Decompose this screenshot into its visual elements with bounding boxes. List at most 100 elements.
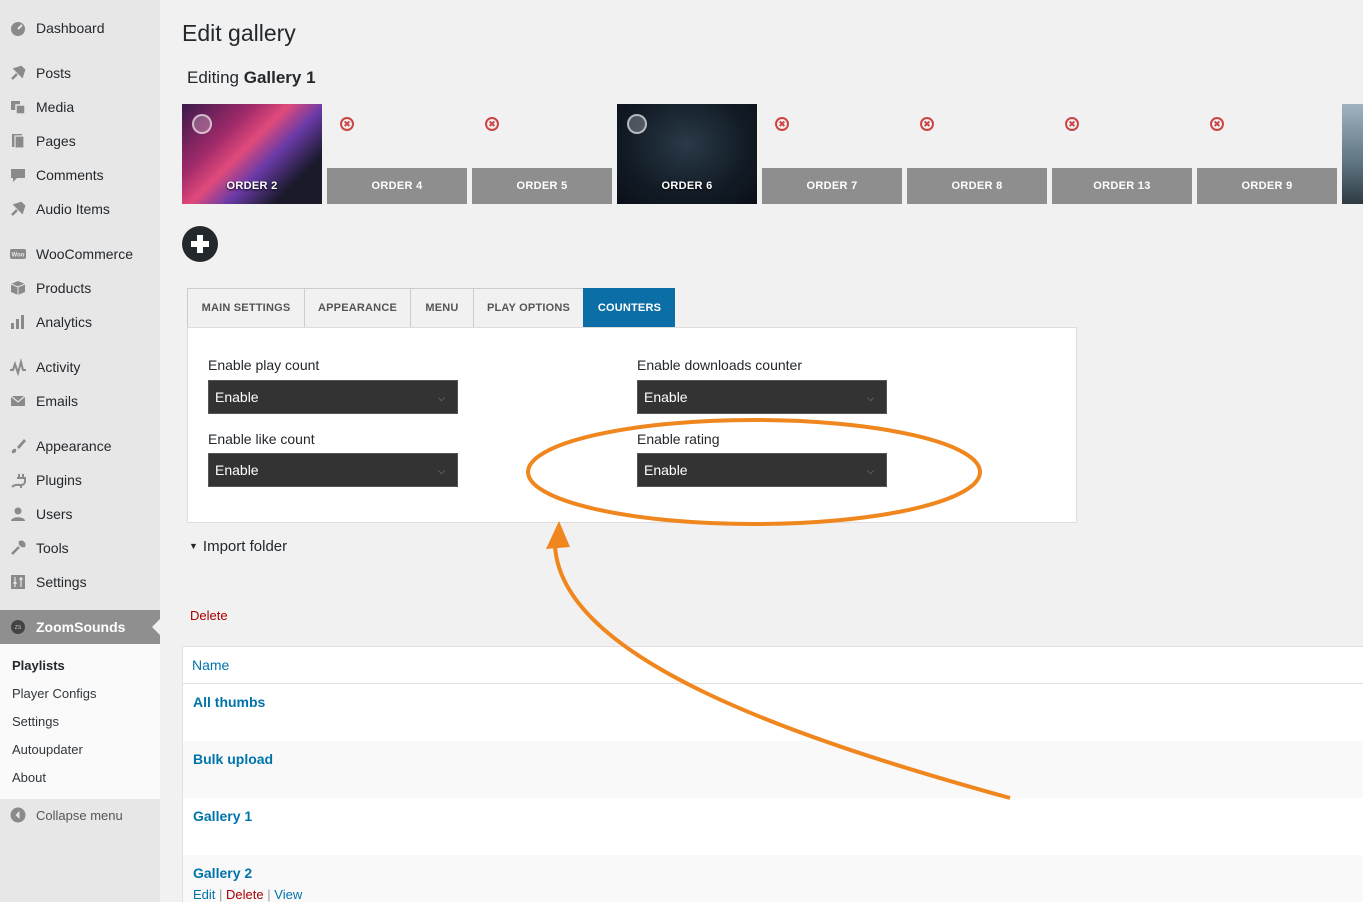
delete-item-icon[interactable]: ✖ bbox=[340, 117, 354, 131]
delete-item-icon[interactable]: ✖ bbox=[1065, 117, 1079, 131]
sidebar-item-audio-items[interactable]: Audio Items bbox=[0, 194, 160, 224]
row-title-link[interactable]: Gallery 1 bbox=[193, 808, 252, 824]
gallery-thumb-order-7[interactable]: ✖ ORDER 7 bbox=[762, 104, 902, 204]
add-item-button[interactable] bbox=[182, 226, 218, 262]
sidebar-item-label: Comments bbox=[36, 167, 104, 183]
thumb-label: ORDER 6 bbox=[661, 180, 713, 192]
sidebar-item-dashboard[interactable]: Dashboard bbox=[0, 13, 160, 43]
delete-gallery-link[interactable]: Delete bbox=[190, 608, 228, 623]
row-title-link[interactable]: Bulk upload bbox=[193, 751, 273, 767]
like-count-label: Enable like count bbox=[208, 431, 315, 447]
gallery-thumb-order-9[interactable]: ✖ ORDER 9 bbox=[1197, 104, 1337, 204]
counters-settings-panel bbox=[187, 327, 1077, 523]
gallery-thumb-order-4[interactable]: ✖ ORDER 4 bbox=[327, 104, 467, 204]
row-view-link[interactable]: View bbox=[274, 887, 302, 902]
sidebar-item-label: Users bbox=[36, 506, 73, 522]
wrench-icon bbox=[8, 538, 28, 558]
sidebar-item-activity[interactable]: Activity bbox=[0, 352, 160, 382]
playlists-table: Name All thumbs Bulk upload Gallery 1 Ga… bbox=[182, 646, 1363, 902]
sidebar-item-label: Audio Items bbox=[36, 201, 110, 217]
like-count-select[interactable]: Enable ⌵ bbox=[208, 453, 458, 487]
sidebar-item-tools[interactable]: Tools bbox=[0, 533, 160, 563]
pages-icon bbox=[8, 131, 28, 151]
sidebar-item-label: Emails bbox=[36, 393, 79, 409]
sidebar-item-label: Tools bbox=[36, 540, 69, 556]
gallery-thumb-order-8[interactable]: ✖ ORDER 8 bbox=[907, 104, 1047, 204]
submenu-item-autoupdater[interactable]: Autoupdater bbox=[12, 742, 83, 757]
tab-main-settings[interactable]: MAIN SETTINGS bbox=[187, 288, 304, 328]
delete-item-icon[interactable]: ✖ bbox=[192, 114, 212, 134]
envelope-icon bbox=[8, 391, 28, 411]
table-row: Gallery 1 bbox=[183, 798, 1363, 855]
play-count-select[interactable]: Enable ⌵ bbox=[208, 380, 458, 414]
sidebar-item-posts[interactable]: Posts bbox=[0, 58, 160, 88]
sidebar-item-label: Settings bbox=[36, 574, 87, 590]
delete-item-icon[interactable]: ✖ bbox=[920, 117, 934, 131]
sidebar-item-products[interactable]: Products bbox=[0, 273, 160, 303]
select-value: Enable bbox=[215, 389, 259, 405]
sidebar-item-label: Activity bbox=[36, 359, 81, 375]
rating-label: Enable rating bbox=[637, 431, 720, 447]
brush-icon bbox=[8, 436, 28, 456]
thumb-label: ORDER 13 bbox=[1052, 168, 1192, 204]
row-title-link[interactable]: Gallery 2 bbox=[193, 865, 252, 881]
import-folder-toggle[interactable]: ▼ Import folder bbox=[189, 538, 287, 555]
downloads-counter-select[interactable]: Enable ⌵ bbox=[637, 380, 887, 414]
play-count-label: Enable play count bbox=[208, 357, 320, 373]
delete-item-icon[interactable]: ✖ bbox=[627, 114, 647, 134]
gallery-thumb-order-13[interactable]: ✖ ORDER 13 bbox=[1052, 104, 1192, 204]
sidebar-item-zoomsounds[interactable]: ZS ZoomSounds bbox=[0, 610, 160, 644]
submenu-item-player-configs[interactable]: Player Configs bbox=[12, 686, 97, 701]
svg-text:ZS: ZS bbox=[15, 625, 22, 631]
delete-item-icon[interactable]: ✖ bbox=[775, 117, 789, 131]
gallery-thumb-order-2[interactable]: ✖ ORDER 2 bbox=[182, 104, 322, 204]
tab-play-options[interactable]: PLAY OPTIONS bbox=[473, 288, 583, 328]
sidebar-item-pages[interactable]: Pages bbox=[0, 126, 160, 156]
select-value: Enable bbox=[644, 389, 688, 405]
sliders-icon bbox=[8, 572, 28, 592]
chevron-down-icon: ⌵ bbox=[867, 393, 874, 403]
row-title-link[interactable]: All thumbs bbox=[193, 694, 265, 710]
thumb-label: ORDER 9 bbox=[1197, 168, 1337, 204]
submenu-item-settings[interactable]: Settings bbox=[12, 714, 59, 729]
zoomsounds-icon: ZS bbox=[8, 617, 28, 637]
plug-icon bbox=[8, 470, 28, 490]
sidebar-item-label: Pages bbox=[36, 133, 76, 149]
rating-select[interactable]: Enable ⌵ bbox=[637, 453, 887, 487]
sidebar-item-settings[interactable]: Settings bbox=[0, 567, 160, 597]
gallery-thumb-order-6[interactable]: ✖ ORDER 6 bbox=[617, 104, 757, 204]
thumb-label: ORDER 4 bbox=[327, 168, 467, 204]
collapse-menu-button[interactable]: Collapse menu bbox=[0, 800, 160, 830]
sidebar-item-woocommerce[interactable]: Woo WooCommerce bbox=[0, 239, 160, 269]
sidebar-item-plugins[interactable]: Plugins bbox=[0, 465, 160, 495]
gallery-thumb-partial[interactable] bbox=[1342, 104, 1363, 204]
row-delete-link[interactable]: Delete bbox=[226, 887, 264, 902]
delete-item-icon[interactable]: ✖ bbox=[1210, 117, 1224, 131]
import-folder-label: Import folder bbox=[202, 538, 288, 555]
bar-chart-icon bbox=[8, 312, 28, 332]
delete-item-icon[interactable]: ✖ bbox=[485, 117, 499, 131]
sidebar-item-emails[interactable]: Emails bbox=[0, 386, 160, 416]
collapse-arrow-icon bbox=[8, 805, 28, 825]
column-header-name[interactable]: Name bbox=[192, 657, 229, 673]
row-action-separator: | bbox=[219, 887, 223, 902]
submenu-item-about[interactable]: About bbox=[12, 770, 46, 785]
chevron-down-icon: ⌵ bbox=[867, 466, 874, 476]
row-edit-link[interactable]: Edit bbox=[193, 887, 215, 902]
media-icon bbox=[8, 97, 28, 117]
sidebar-item-label: Analytics bbox=[36, 314, 93, 330]
sidebar-item-comments[interactable]: Comments bbox=[0, 160, 160, 190]
sidebar-item-label: ZoomSounds bbox=[36, 619, 126, 635]
tab-counters[interactable]: COUNTERS bbox=[583, 288, 675, 328]
sidebar-item-analytics[interactable]: Analytics bbox=[0, 307, 160, 337]
tab-menu[interactable]: MENU bbox=[410, 288, 473, 328]
sidebar-item-label: Media bbox=[36, 99, 75, 115]
chevron-down-icon: ⌵ bbox=[438, 393, 445, 403]
woocommerce-icon: Woo bbox=[8, 244, 28, 264]
submenu-item-playlists[interactable]: Playlists bbox=[12, 658, 65, 673]
gallery-thumb-order-5[interactable]: ✖ ORDER 5 bbox=[472, 104, 612, 204]
tab-appearance[interactable]: APPEARANCE bbox=[304, 288, 410, 328]
sidebar-item-appearance[interactable]: Appearance bbox=[0, 431, 160, 461]
sidebar-item-media[interactable]: Media bbox=[0, 92, 160, 122]
sidebar-item-users[interactable]: Users bbox=[0, 499, 160, 529]
